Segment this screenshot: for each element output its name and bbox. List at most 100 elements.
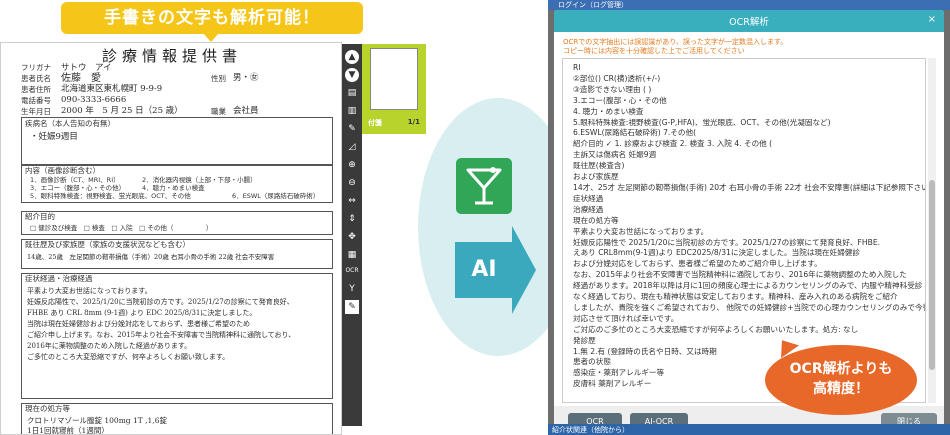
page-thumbnail[interactable]	[370, 48, 418, 110]
history-label: 既往歴及び家族歴（家族の支援状況なども含む）	[25, 240, 190, 249]
ocr-line: ご対応のご多忙のところ大変恐縮ですが何卒よろしくお願いいたします。処方: なし	[573, 324, 859, 334]
comparison-banner: 診療情報提供書 フリガナ サトウ アイ 患者氏名 佐藤 愛 性別 男・㊛ 患者住…	[0, 0, 950, 435]
prescription-label: 現在の処方等	[25, 404, 70, 413]
ocr-line: 治療経過	[573, 204, 604, 214]
fit-width-icon[interactable]: ⇔	[345, 194, 359, 208]
patient-name-value: 佐藤 愛	[61, 73, 101, 84]
page-icon[interactable]: ▥	[345, 104, 359, 118]
address-label: 患者住所	[21, 85, 51, 94]
furigana-label: フリガナ	[21, 63, 51, 72]
prescription-box: 現在の処方等 クロトリマゾール膣錠 100mg 1T ,1,6錠 1日1回就寝前…	[21, 403, 333, 435]
ocr-line: 3.エコー(腹部・心・その他	[573, 95, 667, 105]
ai-ocr-tool-icon[interactable]: ✎	[345, 300, 359, 314]
ocr-line: 現在の処方等	[573, 215, 619, 225]
ocr-line: 4. 聴力・めまい検査	[573, 106, 644, 116]
ai-arrow-label: AI	[471, 257, 497, 282]
course-line: ご多忙のところ大変恐縮ですが、何卒よろしくお願い致します。	[27, 353, 230, 361]
ocr-line: 既往歴(検査含)	[573, 161, 625, 171]
ocr-notice: OCRでの文字抽出には誤認識があり、誤った文字が一定数混入します。 コピー時には…	[563, 38, 935, 56]
ocr-line: 14才、25才 左足関節の靭帯損傷(手術) 20才 右耳小骨の手術 22才 社会…	[573, 182, 926, 192]
scroll-down-icon[interactable]: ▼	[345, 68, 359, 82]
zoom-in-icon[interactable]: ⊕	[345, 158, 359, 172]
purpose-box: 紹介目的 □ 健診及び検査 □ 検査 □ 入院 □ その他（ ）	[21, 211, 333, 235]
course-line: FHBE あり CRL 8mm (9-1週) より EDC 2025/8/31に…	[27, 309, 257, 317]
page-indicator: 1/1	[407, 118, 420, 126]
sticky-note-label: 付箋	[368, 119, 382, 127]
close-icon[interactable]: ×	[928, 14, 936, 25]
prescription-2: 1日1回就寝前（1週間）	[27, 426, 109, 435]
ocr-line: しましたが、貴院を強くご希望されており、 他院での妊婦健診+当院での心理カウンセ…	[573, 302, 926, 312]
edit-page-icon[interactable]: ✎	[345, 122, 359, 136]
phone-label: 電話番号	[21, 96, 51, 105]
fit-height-icon[interactable]: ⇕	[345, 212, 359, 226]
patient-name-label: 患者氏名	[21, 74, 51, 83]
modal-title: OCR解析	[729, 17, 769, 28]
modal-header: OCR解析 ×	[554, 10, 944, 32]
dob-value: 2000 年 5 月 25 日（25 歳）	[61, 106, 183, 116]
address-value: 北海道東区東札幌町 9-9-9	[61, 84, 163, 94]
crop-icon[interactable]: ◿	[345, 140, 359, 154]
callout-line-2: 高精度！	[813, 381, 869, 397]
ai-app-icon	[456, 158, 512, 214]
ocr-line: 症状経過	[573, 193, 604, 203]
ocr-line: なく経過しており、現在も精神状態は安定しております。精神科、産み入れのある病院を…	[573, 292, 898, 302]
background-tab-label: 紹介状関連（他院から）	[552, 426, 629, 434]
zoom-out-icon[interactable]: ⊖	[345, 176, 359, 190]
disease-box: 疾病名（本人告知の有無） ・妊娠9週目	[21, 117, 333, 165]
thumbnail-panel: 付箋 1/1	[362, 44, 426, 134]
scanned-form: 診療情報提供書 フリガナ サトウ アイ 患者氏名 佐藤 愛 性別 男・㊛ 患者住…	[0, 42, 342, 435]
purpose-label: 紹介目的	[25, 212, 55, 221]
ocr-line: 発診歴	[573, 335, 596, 345]
course-line: 当院は現在妊婦健診および分娩対応をしておらず、患者様ご希望のため	[27, 320, 250, 328]
ocr-line: および分娩対応をしておらず、患者様ご希望のためご紹介申し上げます。	[573, 259, 822, 269]
course-line: 2016年に薬物調整のため入院した経過があります。	[27, 342, 192, 350]
course-box: 症状経過・治療経過 平素より大変お世話になっております。 妊娠反応陽性で、202…	[21, 273, 333, 399]
course-line: 平素より大変お世話になっております。	[27, 287, 152, 295]
ocr-line: 平素より大変お世話になっております。	[573, 226, 709, 236]
accuracy-callout: OCR解析よりも 高精度！	[765, 345, 917, 415]
ai-arrow-head	[512, 226, 536, 314]
result-scrollbar[interactable]	[928, 58, 936, 403]
note-icon[interactable]: ▦	[345, 248, 359, 262]
ocr-line: 主訴又は傷病名 妊娠9週	[573, 150, 657, 160]
sex-label: 性別	[211, 74, 226, 83]
ocr-line: 妊娠反応陽性で 2025/1/20に当院初診の方です。2025/1/27の診察に…	[573, 237, 881, 247]
checkup-5: 5．眼科特殊検査：視野検査、蛍光眼底、OCT、その他	[30, 192, 191, 200]
course-text: 平素より大変お世話になっております。 妊娠反応陽性で、2025/1/20に当院初…	[27, 286, 295, 363]
history-box: 既往歴及び家族歴（家族の支援状況なども含む） 14歳、25歳 左足関節の靭帯損傷…	[21, 239, 333, 269]
ocr-line: および家族歴	[573, 172, 619, 182]
callout-line-1: OCR解析よりも	[789, 361, 893, 377]
background-title: ログイン（ログ管理）	[558, 1, 628, 9]
purpose-value: □ 健診及び検査 □ 検査 □ 入院 □ その他（ ）	[30, 224, 213, 232]
checkup-box: 内容（画像診断含む） 1．画像診断（CT、MRI、RI） 2．消化器内視鏡（上部…	[21, 165, 333, 203]
disease-label: 疾病名（本人告知の有無）	[25, 119, 115, 128]
ocr-line: 6.ESWL(尿路結石破砕術) 7.その他(	[573, 128, 697, 138]
result-scrollbar-thumb[interactable]	[929, 180, 935, 370]
ocr-line: 対応させて頂ければ幸いです。	[573, 313, 679, 323]
scroll-up-icon[interactable]: ▲	[345, 50, 359, 64]
document-icon[interactable]: ▤	[345, 86, 359, 100]
ocr-line: なお、2015年より社会不安障害で当院精神科に通院しており、2016年に薬物調整…	[573, 270, 907, 280]
course-line: 妊娠反応陽性で、2025/1/20に当院初診の方です。2025/1/27の診察に…	[27, 298, 294, 306]
handwriting-banner: 手書きの文字も解析可能！	[61, 2, 363, 42]
sex-value: 男・㊛	[233, 73, 259, 83]
ocr-result-text: RI ②部位() CR(横)透析(+/-) ③造影できない理由 ( ) 3.エコー(腹…	[573, 63, 926, 390]
course-label: 症状経過・治療経過	[25, 274, 93, 283]
viewer-toolbar: ▲ ▼ ▤ ▥ ✎ ◿ ⊕ ⊖ ⇔ ⇕ ✥ ▦ OCR Y ✎	[342, 44, 362, 426]
phone-value: 090-3333-6666	[61, 95, 127, 105]
ocr-line: ③造影できない理由 ( )	[573, 84, 652, 94]
ocr-tool-button[interactable]: OCR	[345, 264, 359, 278]
ai-cocktail-icon[interactable]: Y	[345, 282, 359, 296]
ocr-line: ②部位() CR(横)透析(+/-)	[573, 73, 661, 83]
occupation-value: 会社員	[233, 106, 259, 116]
notice-line-1: OCRでの文字抽出には誤認識があり、誤った文字が一定数混入します。	[563, 38, 788, 46]
ocr-line: 5.眼科特殊検査:視野検査(G-P,HFA)、蛍光眼底、OCT、その他(光凝固な…	[573, 117, 831, 127]
course-line: ご紹介申し上げます。なお、2015年より社会不安障害で当院精神科に通院しており、	[27, 331, 296, 339]
notice-line-2: コピー時には内容を十分確認した上でご活用してください	[563, 47, 745, 55]
ocr-line: 紹介目的 ✓ 1. 診療および検査 2. 検査 3. 入院 4. その他 (	[573, 139, 773, 149]
occupation-label: 職業	[211, 107, 226, 116]
move-icon[interactable]: ✥	[345, 230, 359, 244]
checkup-6: 6．ESWL（尿路結石破砕術）	[232, 192, 320, 200]
dob-label: 生年月日	[21, 107, 51, 116]
history-value: 14歳、25歳 左足関節の靭帯損傷（手術）20歳 右耳小骨の手術 22歳 社会不…	[27, 253, 275, 261]
